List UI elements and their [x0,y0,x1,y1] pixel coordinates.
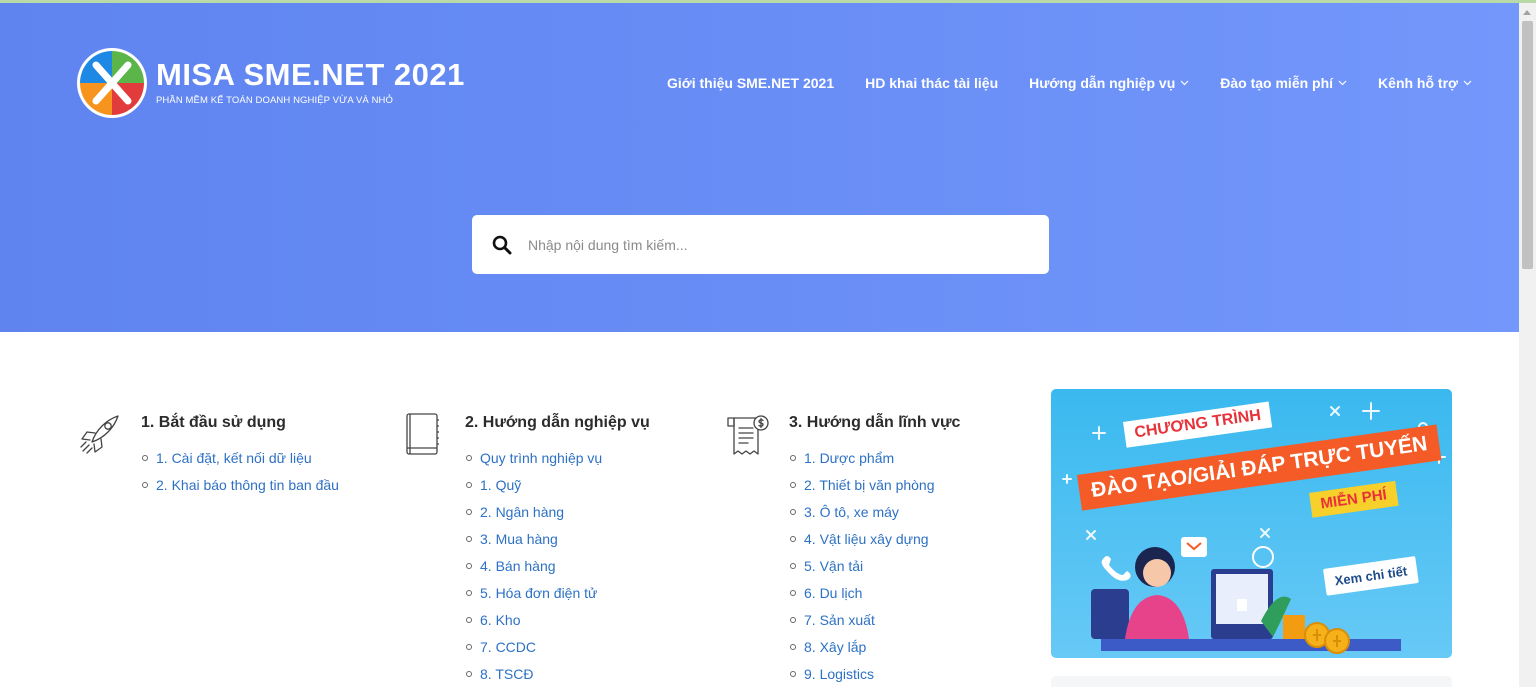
section-title: 2. Hướng dẫn nghiệp vụ [465,414,650,431]
bullet [142,455,148,461]
list-item-label: 1. Cài đặt, kết nối dữ liệu [156,450,312,466]
list-item[interactable]: 3. Ô tô, xe máy [790,504,935,531]
list-item-label: 6. Du lịch [804,585,863,601]
sidebar-card-partial [1051,676,1452,687]
scroll-up-icon[interactable] [1523,10,1531,15]
list-item-label: 5. Hóa đơn điện tử [480,585,598,601]
chevron-down-icon [1180,80,1189,86]
list-item-label: 5. Vận tải [804,558,864,574]
bullet [790,644,796,650]
bullet [466,455,472,461]
bullet [466,509,472,515]
bullet [142,482,148,488]
list-item[interactable]: 2. Khai báo thông tin ban đầu [142,477,339,504]
search-input[interactable] [528,236,1008,253]
bullet [466,644,472,650]
vertical-scrollbar[interactable] [1519,3,1536,687]
list-item-label: 2. Ngân hàng [480,504,565,520]
site-logo[interactable]: MISA SME.NET 2021 PHẦN MỀM KẾ TOÁN DOANH… [76,47,465,119]
list-item-label: Quy trình nghiệp vụ [480,450,603,466]
list-item[interactable]: 2. Thiết bị văn phòng [790,477,935,504]
bullet [466,482,472,488]
main-nav: Giới thiệu SME.NET 2021 HD khai thác tài… [667,75,1472,91]
bullet [790,455,796,461]
list-item-label: 1. Quỹ [480,477,522,493]
chevron-down-icon [1463,80,1472,86]
book-icon [406,413,439,455]
hero-header: MISA SME.NET 2021 PHẦN MỀM KẾ TOÁN DOANH… [0,3,1519,332]
nav-item-intro[interactable]: Giới thiệu SME.NET 2021 [667,75,834,91]
nav-item-label: Hướng dẫn nghiệp vụ [1029,75,1176,91]
list-item-label: 6. Kho [480,612,521,628]
list-item-label: 3. Ô tô, xe máy [804,504,899,520]
list-item[interactable]: 9. Logistics [790,666,935,687]
section-title: 3. Hướng dẫn lĩnh vực [789,414,961,431]
page: MISA SME.NET 2021 PHẦN MỀM KẾ TOÁN DOANH… [0,0,1536,687]
list-item-label: 2. Thiết bị văn phòng [804,477,935,493]
list-item[interactable]: 1. Cài đặt, kết nối dữ liệu [142,450,339,477]
list-item[interactable]: 5. Hóa đơn điện tử [466,585,602,612]
list-item-label: 9. Logistics [804,666,875,682]
list-item[interactable]: 5. Vận tải [790,558,935,585]
brand-title: MISA SME.NET 2021 [156,57,465,92]
nav-item-docs[interactable]: HD khai thác tài liệu [865,75,998,91]
nav-item-label: Đào tạo miễn phí [1220,75,1334,91]
list-item[interactable]: 7. CCDC [466,639,602,666]
list-item[interactable]: 6. Du lịch [790,585,935,612]
bullet [466,671,472,677]
list-item[interactable]: 1. Quỹ [466,477,602,504]
list-item[interactable]: 4. Bán hàng [466,558,602,585]
section-title: 1. Bắt đầu sử dụng [141,414,286,431]
list-item-label: 3. Mua hàng [480,531,558,547]
nav-item-guides[interactable]: Hướng dẫn nghiệp vụ [1029,75,1189,91]
list-item-label: 7. Sản xuất [804,612,875,628]
bullet [790,509,796,515]
nav-item-training[interactable]: Đào tạo miễn phí [1220,75,1347,91]
section-list: Quy trình nghiệp vụ 1. Quỹ 2. Ngân hàng … [466,450,602,687]
list-item-label: 4. Vật liệu xây dựng [804,531,929,547]
bullet [790,590,796,596]
list-item-label: 8. Xây lắp [804,639,867,655]
list-item-label: 2. Khai báo thông tin ban đầu [156,477,339,493]
chevron-down-icon [1338,80,1347,86]
invoice-icon [727,415,769,455]
training-promo-banner[interactable]: CHƯƠNG TRÌNH ĐÀO TẠO/GIẢI ĐÁP TRỰC TUYẾN… [1051,389,1452,658]
list-item[interactable]: 8. TSCĐ [466,666,602,687]
bullet [790,536,796,542]
list-item[interactable]: 4. Vật liệu xây dựng [790,531,935,558]
section-list: 1. Dược phẩm 2. Thiết bị văn phòng 3. Ô … [790,450,935,687]
list-item-label: 8. TSCĐ [480,666,534,682]
list-item-label: 7. CCDC [480,639,537,655]
section-list: 1. Cài đặt, kết nối dữ liệu 2. Khai báo … [142,450,339,504]
bullet [790,671,796,677]
list-item[interactable]: 2. Ngân hàng [466,504,602,531]
bullet [466,590,472,596]
bullet [790,617,796,623]
list-item[interactable]: 1. Dược phẩm [790,450,935,477]
bullet [790,563,796,569]
brand-subtitle: PHẦN MỀM KẾ TOÁN DOANH NGHIỆP VỪA VÀ NHỎ [156,95,393,106]
bullet [466,617,472,623]
bullet [790,482,796,488]
nav-item-label: Kênh hỗ trợ [1378,75,1458,91]
rocket-icon [80,415,119,454]
list-item[interactable]: 8. Xây lắp [790,639,935,666]
scrollbar-thumb[interactable] [1522,21,1533,269]
nav-item-label: HD khai thác tài liệu [865,75,999,91]
search-box [472,215,1049,274]
list-item-label: 4. Bán hàng [480,558,556,574]
list-item[interactable]: 7. Sản xuất [790,612,935,639]
list-item-label: 1. Dược phẩm [804,450,895,466]
list-item[interactable]: 6. Kho [466,612,602,639]
misa-logo-icon [77,48,147,118]
bullet [466,563,472,569]
list-item[interactable]: Quy trình nghiệp vụ [466,450,602,477]
bullet [466,536,472,542]
search-icon[interactable] [492,235,512,255]
nav-item-label: Giới thiệu SME.NET 2021 [667,75,835,91]
list-item[interactable]: 3. Mua hàng [466,531,602,558]
nav-item-support[interactable]: Kênh hỗ trợ [1378,75,1472,91]
